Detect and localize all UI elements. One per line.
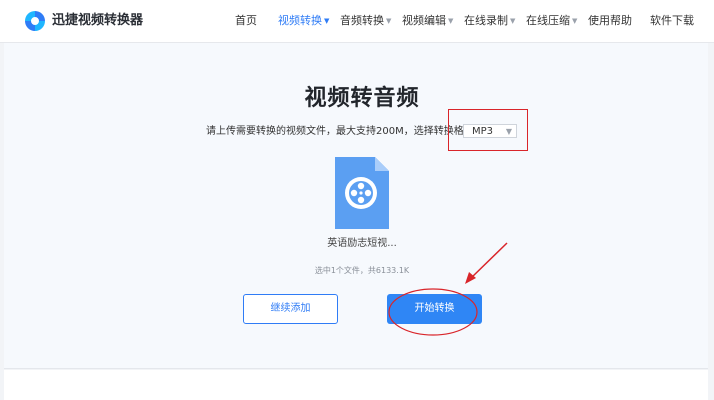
nav-label: 视频转换 xyxy=(278,14,322,27)
nav-label: 音频转换 xyxy=(340,14,384,27)
nav-video-convert[interactable]: 视频转换 ▼ xyxy=(278,14,329,29)
nav-video-edit[interactable]: 视频编辑 ▼ xyxy=(402,14,453,29)
lower-section xyxy=(4,370,708,400)
caret-down-icon: ▼ xyxy=(448,17,454,25)
nav-label: 在线录制 xyxy=(464,14,508,27)
annotation-highlight-box xyxy=(448,109,528,151)
nav-help[interactable]: 使用帮助 xyxy=(588,14,632,28)
caret-down-icon: ▼ xyxy=(510,17,516,25)
nav-label: 软件下载 xyxy=(650,14,694,27)
video-file-icon xyxy=(335,157,389,229)
continue-add-button[interactable]: 继续添加 xyxy=(243,294,338,324)
caret-down-icon: ▼ xyxy=(572,17,578,25)
start-convert-button[interactable]: 开始转换 xyxy=(387,294,482,324)
nav-label: 视频编辑 xyxy=(402,14,446,27)
nav-online-record[interactable]: 在线录制 ▼ xyxy=(464,14,515,29)
upload-hint: 请上传需要转换的视频文件，最大支持200M，选择转换格式： xyxy=(206,126,484,137)
nav-home[interactable]: 首页 xyxy=(235,14,257,28)
brand-name[interactable]: 迅捷视频转换器 xyxy=(52,12,143,30)
caret-down-icon: ▼ xyxy=(386,17,392,25)
caret-down-icon: ▼ xyxy=(324,17,330,25)
nav-download[interactable]: 软件下载 xyxy=(650,14,694,28)
top-nav-bar: 迅捷视频转换器 首页 视频转换 ▼ 音频转换 ▼ 视频编辑 ▼ 在线录制 ▼ 在线压缩 ▼… xyxy=(0,0,714,43)
page-title: 视频转音频 xyxy=(304,86,420,111)
nav-label: 在线压缩 xyxy=(526,14,570,27)
nav-label: 首页 xyxy=(235,14,257,27)
logo-icon[interactable] xyxy=(24,10,46,32)
nav-label: 使用帮助 xyxy=(588,14,632,27)
nav-online-compress[interactable]: 在线压缩 ▼ xyxy=(526,14,577,29)
file-name: 英语励志短视... xyxy=(327,238,397,249)
nav-audio-convert[interactable]: 音频转换 ▼ xyxy=(340,14,391,29)
file-count-text: 选中1个文件，共6133.1K xyxy=(314,266,410,275)
